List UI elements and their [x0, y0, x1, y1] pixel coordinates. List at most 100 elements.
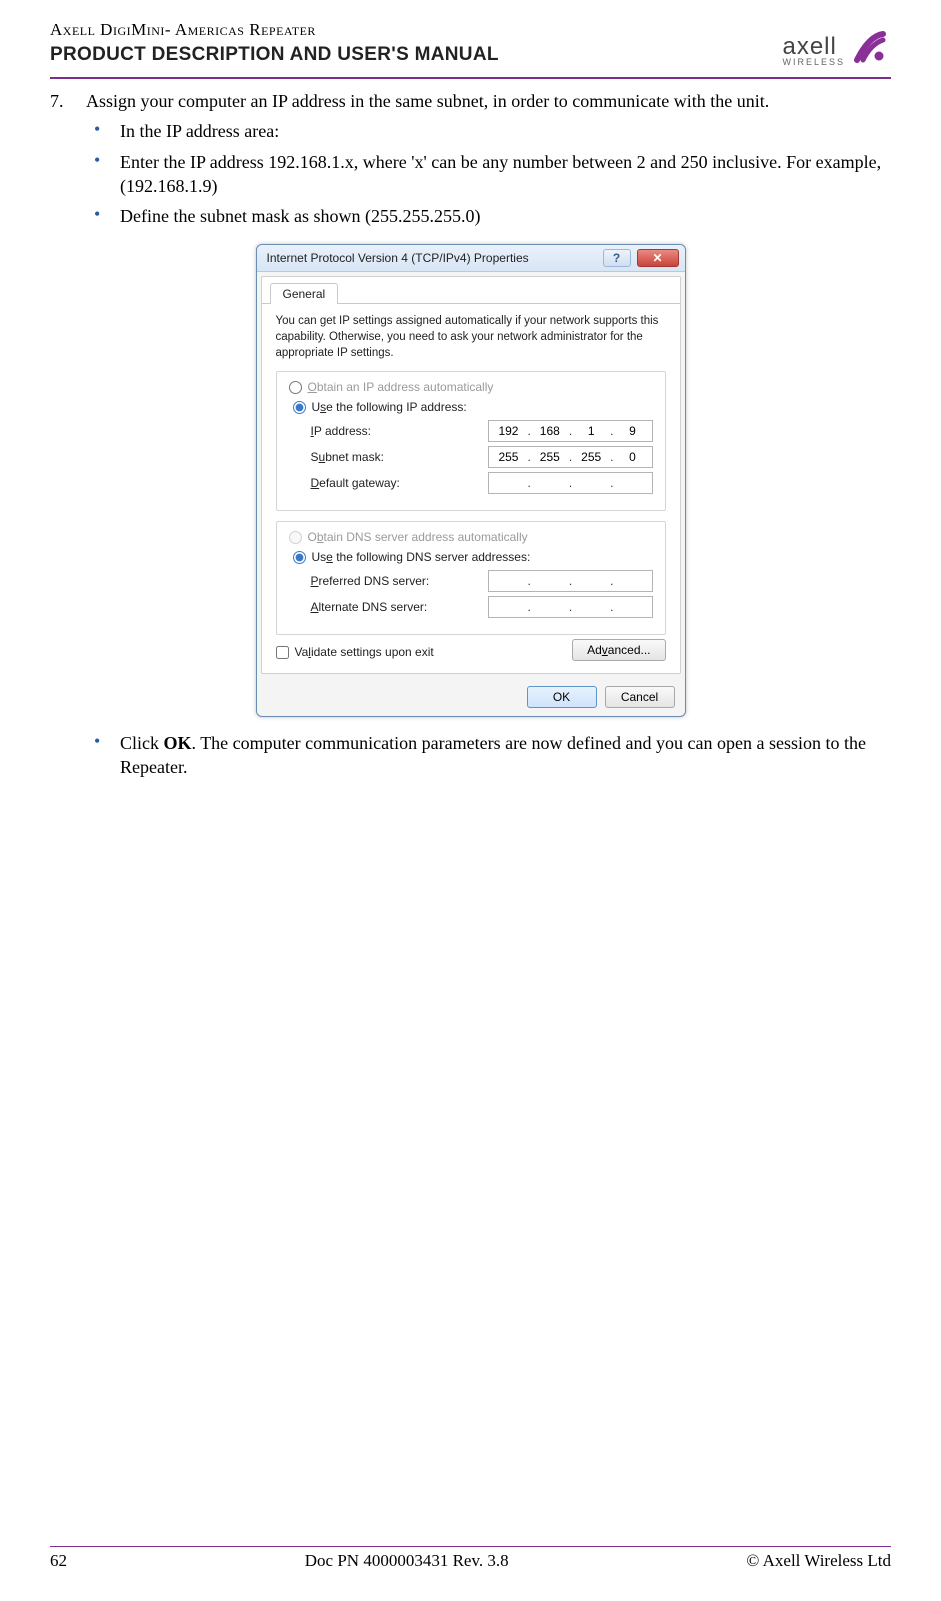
dialog-screenshot: Internet Protocol Version 4 (TCP/IPv4) P…: [50, 244, 891, 717]
dialog-body: General You can get IP settings assigned…: [261, 276, 681, 674]
subnet-mask-field[interactable]: . . .: [488, 446, 652, 468]
footer-divider: [50, 1546, 891, 1547]
adns-oct3[interactable]: [574, 597, 608, 617]
page-footer: 62 Doc PN 4000003431 Rev. 3.8 © Axell Wi…: [50, 1546, 891, 1571]
tab-content: You can get IP settings assigned automat…: [262, 303, 680, 673]
ip-address-row: IP address: . . .: [311, 420, 653, 442]
bullet-text: Define the subnet mask as shown (255.255…: [120, 204, 480, 228]
bullet-icon: •: [94, 119, 106, 143]
adns-oct4[interactable]: [616, 597, 650, 617]
radio-use-ip-row: Use the following IP address:: [289, 400, 653, 414]
bullets-top: • In the IP address area: • Enter the IP a…: [94, 119, 891, 228]
gw-oct2[interactable]: [533, 473, 567, 493]
copyright: © Axell Wireless Ltd: [746, 1551, 891, 1571]
ip-oct4[interactable]: [616, 421, 650, 441]
cancel-button[interactable]: Cancel: [605, 686, 675, 708]
radio-auto-dns-label: Obtain DNS server address automatically: [308, 530, 528, 544]
titlebar-buttons: ? ✕: [603, 249, 679, 267]
alternate-dns-row: Alternate DNS server: . . .: [311, 596, 653, 618]
radio-auto-ip-label: Obtain an IP address automatically: [308, 380, 494, 394]
page-header: Axell DigiMini- Americas Repeater PRODUC…: [50, 20, 891, 73]
pdns-oct2[interactable]: [533, 571, 567, 591]
radio-auto-dns-row: Obtain DNS server address automatically: [289, 530, 653, 544]
bullet-icon: •: [94, 204, 106, 228]
logo-text-wrap: axell WIRELESS: [782, 33, 845, 67]
default-gateway-label: Default gateway:: [311, 476, 400, 490]
tab-general[interactable]: General: [270, 283, 339, 304]
default-gateway-row: Default gateway: . . .: [311, 472, 653, 494]
doc-id: Doc PN 4000003431 Rev. 3.8: [305, 1551, 509, 1571]
radio-use-dns-row: Use the following DNS server addresses:: [289, 550, 653, 564]
dialog-title: Internet Protocol Version 4 (TCP/IPv4) P…: [267, 251, 529, 265]
dns-group: Obtain DNS server address automatically …: [276, 521, 666, 635]
pdns-oct4[interactable]: [616, 571, 650, 591]
gw-oct4[interactable]: [616, 473, 650, 493]
alternate-dns-label: Alternate DNS server:: [311, 600, 428, 614]
manual-title: PRODUCT DESCRIPTION AND USER'S MANUAL: [50, 44, 782, 66]
dialog-titlebar: Internet Protocol Version 4 (TCP/IPv4) P…: [257, 245, 685, 272]
radio-auto-ip-row: Obtain an IP address automatically: [289, 380, 653, 394]
radio-use-dns[interactable]: [293, 551, 306, 564]
header-left: Axell DigiMini- Americas Repeater PRODUC…: [50, 20, 782, 66]
mask-oct1[interactable]: [491, 447, 525, 467]
subnet-mask-row: Subnet mask: . . .: [311, 446, 653, 468]
page-number: 62: [50, 1551, 67, 1571]
alternate-dns-field[interactable]: . . .: [488, 596, 652, 618]
ip-address-field[interactable]: . . .: [488, 420, 652, 442]
bullet-post: . The computer communication parameters …: [120, 733, 866, 777]
preferred-dns-field[interactable]: . . .: [488, 570, 652, 592]
product-line: Axell DigiMini- Americas Repeater: [50, 20, 782, 40]
bullet-text: Click OK. The computer communication par…: [120, 731, 891, 780]
step-7: 7. Assign your computer an IP address in…: [50, 89, 891, 113]
dialog-description: You can get IP settings assigned automat…: [276, 314, 666, 361]
subnet-mask-label: Subnet mask:: [311, 450, 384, 464]
mask-oct3[interactable]: [574, 447, 608, 467]
wireless-icon: [849, 26, 891, 73]
default-gateway-field[interactable]: . . .: [488, 472, 652, 494]
advanced-button[interactable]: Advanced...: [572, 639, 665, 661]
gw-oct1[interactable]: [491, 473, 525, 493]
ip-oct2[interactable]: [533, 421, 567, 441]
preferred-dns-row: Preferred DNS server: . . .: [311, 570, 653, 592]
radio-auto-dns: [289, 531, 302, 544]
radio-use-ip[interactable]: [293, 401, 306, 414]
radio-use-ip-label: Use the following IP address:: [312, 400, 467, 414]
ip-oct1[interactable]: [491, 421, 525, 441]
bullet-text: Enter the IP address 192.168.1.x, where …: [120, 150, 891, 199]
list-item: • Define the subnet mask as shown (255.25…: [94, 204, 891, 228]
ok-button[interactable]: OK: [527, 686, 597, 708]
bullet-icon: •: [94, 150, 106, 199]
logo-subtext: WIRELESS: [782, 57, 845, 67]
help-button[interactable]: ?: [603, 249, 631, 267]
list-item: • In the IP address area:: [94, 119, 891, 143]
step-number: 7.: [50, 89, 72, 113]
preferred-dns-label: Preferred DNS server:: [311, 574, 430, 588]
header-divider: [50, 77, 891, 79]
mask-oct4[interactable]: [616, 447, 650, 467]
footer-row: 62 Doc PN 4000003431 Rev. 3.8 © Axell Wi…: [50, 1551, 891, 1571]
adns-oct2[interactable]: [533, 597, 567, 617]
pdns-oct1[interactable]: [491, 571, 525, 591]
bullet-icon: •: [94, 731, 106, 780]
validate-label: Validate settings upon exit: [295, 645, 434, 659]
brand-logo: axell WIRELESS: [782, 20, 891, 73]
bullet-text: In the IP address area:: [120, 119, 279, 143]
adns-oct1[interactable]: [491, 597, 525, 617]
list-item: • Enter the IP address 192.168.1.x, where…: [94, 150, 891, 199]
mask-oct2[interactable]: [533, 447, 567, 467]
ipv4-properties-dialog: Internet Protocol Version 4 (TCP/IPv4) P…: [256, 244, 686, 717]
pdns-oct3[interactable]: [574, 571, 608, 591]
ip-address-label: IP address:: [311, 424, 372, 438]
bullets-bottom: • Click OK. The computer communication p…: [94, 731, 891, 780]
step-list: 7. Assign your computer an IP address in…: [50, 89, 891, 113]
close-button[interactable]: ✕: [637, 249, 679, 267]
validate-checkbox[interactable]: [276, 646, 289, 659]
ip-oct3[interactable]: [574, 421, 608, 441]
dialog-footer: OK Cancel: [257, 678, 685, 716]
step-text: Assign your computer an IP address in th…: [86, 89, 769, 113]
radio-auto-ip[interactable]: [289, 381, 302, 394]
gw-oct3[interactable]: [574, 473, 608, 493]
bullet-pre: Click: [120, 733, 164, 753]
list-item: • Click OK. The computer communication p…: [94, 731, 891, 780]
ip-group: Obtain an IP address automatically Use t…: [276, 371, 666, 511]
